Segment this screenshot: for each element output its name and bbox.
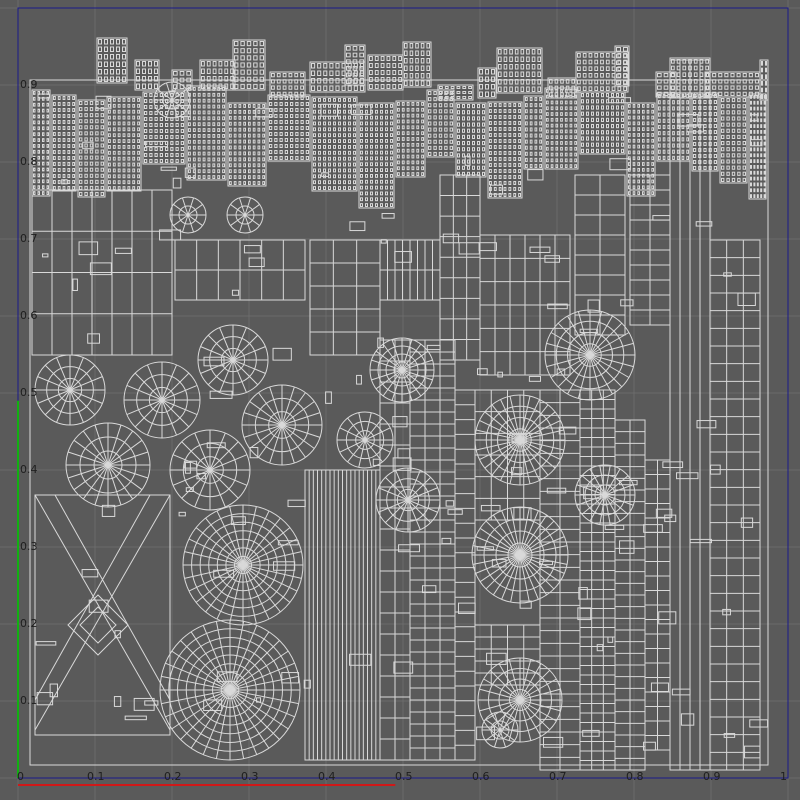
uv-canvas[interactable] — [0, 0, 800, 800]
v-tick-label: 0.9 — [20, 78, 38, 91]
v-tick-label: 0.7 — [20, 232, 38, 245]
u-tick-label: 0.1 — [87, 770, 105, 783]
v-tick-label: 0.6 — [20, 309, 38, 322]
v-tick-label: 0.2 — [20, 617, 38, 630]
u-tick-label: 0.7 — [549, 770, 567, 783]
u-tick-label: 0.2 — [164, 770, 182, 783]
uv-wireframe-shells[interactable] — [29, 37, 769, 771]
v-tick-label: 0.3 — [20, 540, 38, 553]
u-tick-label: 0.8 — [626, 770, 644, 783]
u-tick-label: 0 — [17, 770, 24, 783]
v-tick-label: 0.5 — [20, 386, 38, 399]
u-tick-label: 0.4 — [318, 770, 336, 783]
v-tick-label: 0.4 — [20, 463, 38, 476]
u-tick-label: 0.5 — [395, 770, 413, 783]
u-tick-label: 0.3 — [241, 770, 259, 783]
v-tick-label: 0.8 — [20, 155, 38, 168]
uv-editor-viewport[interactable]: 0 0.1 0.2 0.3 0.4 0.5 0.6 0.7 0.8 0.9 1 0.1 0.2 0.3 0… — [0, 0, 800, 800]
u-tick-label: 0.9 — [703, 770, 721, 783]
v-tick-label: 0.1 — [20, 694, 38, 707]
u-tick-label: 0.6 — [472, 770, 490, 783]
u-tick-label: 1 — [780, 770, 787, 783]
